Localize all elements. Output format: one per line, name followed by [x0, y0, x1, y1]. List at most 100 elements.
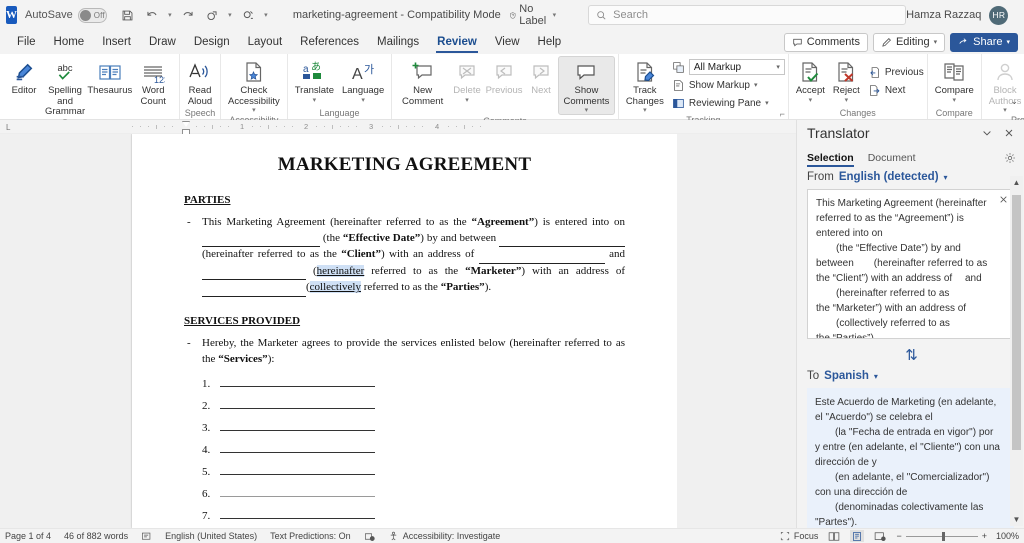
save-icon[interactable]: [117, 4, 139, 26]
zoom-track[interactable]: [906, 536, 978, 537]
first-line-indent-marker[interactable]: [182, 121, 190, 127]
autosave-toggle[interactable]: Off: [78, 8, 107, 23]
list-item[interactable]: 1.: [202, 377, 625, 390]
accept-caret-icon[interactable]: ▾: [809, 97, 813, 104]
tab-stop-selector[interactable]: L: [6, 123, 10, 132]
undo-caret-icon[interactable]: ▾: [165, 4, 175, 26]
zoom-slider[interactable]: − +: [896, 531, 987, 541]
language-indicator[interactable]: English (United States): [165, 531, 257, 541]
language-caret-icon[interactable]: ▾: [361, 97, 365, 104]
tab-layout[interactable]: Layout: [239, 30, 292, 54]
sensitivity-label[interactable]: No Label ▾: [509, 3, 556, 27]
tracking-dialog-launcher-icon[interactable]: ⌐: [780, 109, 785, 119]
translated-text-box[interactable]: Este Acuerdo de Marketing (en adelante, …: [807, 388, 1014, 528]
tab-help[interactable]: Help: [529, 30, 571, 54]
document-scroll-zone[interactable]: MARKETING AGREEMENT PARTIES - This Marke…: [0, 134, 796, 528]
undo-icon[interactable]: [141, 4, 163, 26]
from-language-value[interactable]: English (detected): [839, 171, 939, 183]
scroll-up-icon[interactable]: ▲: [1013, 176, 1021, 189]
accessibility-caret-icon[interactable]: ▾: [252, 107, 256, 114]
blank-line[interactable]: [220, 465, 375, 475]
tab-file[interactable]: File: [8, 30, 45, 54]
tab-references[interactable]: References: [291, 30, 368, 54]
show-markup-button[interactable]: Show Markup ▾: [672, 77, 785, 93]
blank-line[interactable]: [220, 399, 375, 409]
accessibility-indicator[interactable]: Accessibility: Investigate: [388, 531, 501, 542]
collapse-ribbon-icon[interactable]: ⌄: [1010, 96, 1018, 107]
customize-quick-access-icon[interactable]: ▾: [261, 4, 271, 26]
scroll-down-icon[interactable]: ▼: [1013, 513, 1021, 526]
zoom-in-button[interactable]: +: [982, 531, 987, 541]
zoom-level[interactable]: 100%: [996, 531, 1019, 541]
tab-home[interactable]: Home: [45, 30, 94, 54]
touch-mode-icon[interactable]: [237, 4, 259, 26]
print-layout-icon[interactable]: [850, 530, 864, 542]
language-button[interactable]: A 가 Language ▾: [338, 56, 388, 104]
compare-button[interactable]: Compare ▾: [931, 56, 978, 104]
track-changes-button[interactable]: Track Changes ▾: [622, 56, 668, 114]
chevron-down-icon[interactable]: [976, 122, 998, 144]
list-item[interactable]: 5.: [202, 465, 625, 478]
account-name[interactable]: Hamza Razzaq: [906, 9, 981, 21]
track-changes-caret-icon[interactable]: ▾: [643, 107, 647, 114]
swap-languages-icon[interactable]: ⇅: [797, 339, 1024, 366]
delete-caret-icon[interactable]: ▾: [465, 97, 469, 104]
tab-view[interactable]: View: [486, 30, 529, 54]
list-item[interactable]: 7.: [202, 509, 625, 522]
editor-button[interactable]: Editor: [7, 56, 41, 97]
from-language-row[interactable]: From English (detected) ▾: [797, 167, 1024, 187]
list-item[interactable]: 2.: [202, 399, 625, 412]
tab-draw[interactable]: Draw: [140, 30, 185, 54]
tab-selection[interactable]: Selection: [807, 152, 854, 167]
accept-button[interactable]: Accept ▾: [792, 56, 829, 104]
list-item[interactable]: 4.: [202, 443, 625, 456]
from-language-caret-icon[interactable]: ▾: [944, 173, 948, 182]
spelling-grammar-button[interactable]: abc Spelling and Grammar ▾: [41, 56, 89, 125]
proofing-errors-icon[interactable]: [141, 531, 152, 542]
tab-document[interactable]: Document: [868, 152, 916, 167]
blank-line[interactable]: [220, 443, 375, 453]
scroll-thumb[interactable]: [1012, 195, 1021, 450]
next-change-button[interactable]: Next: [868, 82, 924, 98]
pen-icon[interactable]: [1020, 2, 1024, 28]
reject-button[interactable]: Reject ▾: [829, 56, 864, 104]
focus-button[interactable]: Focus: [780, 531, 819, 541]
gear-icon[interactable]: [1004, 152, 1016, 167]
zoom-knob[interactable]: [942, 532, 945, 541]
source-text-box[interactable]: This Marketing Agreement (hereinafter re…: [807, 189, 1014, 339]
word-count-indicator[interactable]: 46 of 882 words: [64, 531, 128, 541]
reviewing-pane-button[interactable]: Reviewing Pane ▾: [672, 95, 785, 111]
translator-scrollbar[interactable]: ▲ ▼: [1010, 176, 1023, 526]
track-changes-status-icon[interactable]: [364, 531, 375, 542]
blank-line[interactable]: [220, 377, 375, 387]
reject-caret-icon[interactable]: ▾: [845, 97, 849, 104]
next-comment-button[interactable]: Next: [524, 56, 558, 97]
show-comments-caret-icon[interactable]: ▾: [585, 107, 589, 114]
search-input[interactable]: Search: [588, 5, 906, 25]
block-authors-button[interactable]: Block Authors ▾: [985, 56, 1024, 114]
to-language-caret-icon[interactable]: ▾: [874, 372, 878, 381]
read-aloud-button[interactable]: Read Aloud: [183, 56, 217, 107]
blank-line[interactable]: [220, 421, 375, 431]
previous-change-button[interactable]: Previous: [868, 64, 924, 80]
block-authors-caret-icon[interactable]: ▾: [1003, 107, 1007, 114]
repeat-caret-icon[interactable]: ▾: [225, 4, 235, 26]
zoom-out-button[interactable]: −: [896, 531, 901, 541]
blank-line[interactable]: [220, 487, 375, 497]
text-predictions-indicator[interactable]: Text Predictions: On: [270, 531, 351, 541]
tab-design[interactable]: Design: [185, 30, 239, 54]
to-language-row[interactable]: To Spanish ▾: [797, 366, 1024, 386]
editing-mode-button[interactable]: Editing ▾: [873, 33, 945, 52]
scroll-track[interactable]: [1012, 189, 1021, 513]
tab-review[interactable]: Review: [428, 30, 486, 54]
list-item[interactable]: 6.: [202, 487, 625, 500]
check-accessibility-button[interactable]: Check Accessibility ▾: [224, 56, 284, 114]
thesaurus-button[interactable]: Thesaurus: [89, 56, 130, 97]
previous-comment-button[interactable]: Previous: [484, 56, 524, 97]
translator-close-icon[interactable]: [998, 122, 1020, 144]
comments-button[interactable]: Comments: [784, 33, 868, 52]
list-item[interactable]: 3.: [202, 421, 625, 434]
tab-mailings[interactable]: Mailings: [368, 30, 428, 54]
word-count-button[interactable]: 123 Word Count: [130, 56, 176, 107]
redo-icon[interactable]: [177, 4, 199, 26]
